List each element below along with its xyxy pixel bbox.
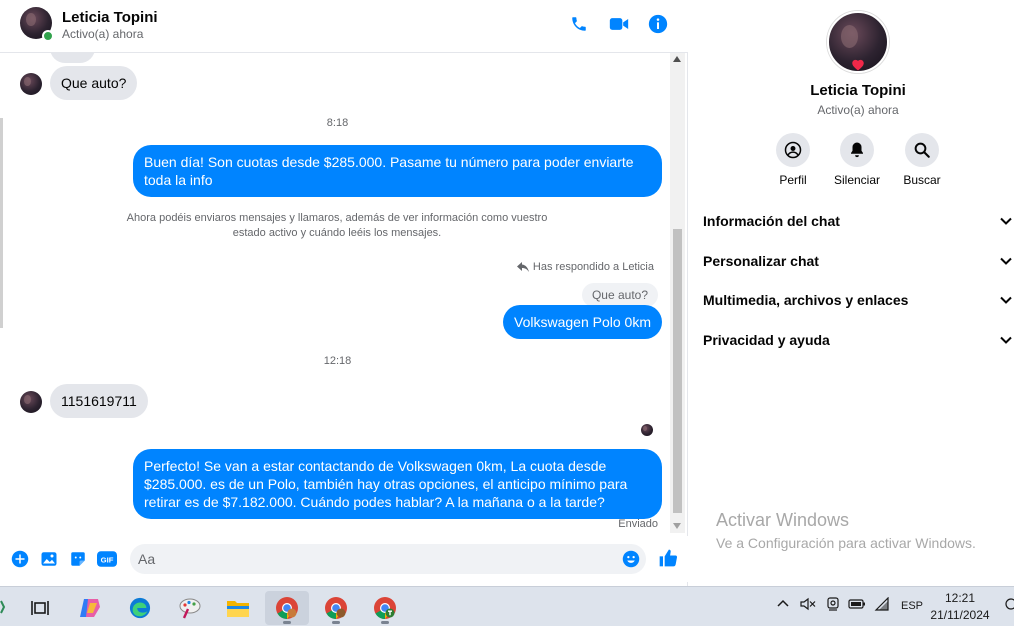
clock-date[interactable]: 21/11/2024 — [928, 608, 992, 622]
reply-indicator: Has respondido a Leticia — [516, 261, 654, 273]
active-app-indicator — [283, 621, 291, 624]
section-privacy-help[interactable]: Privacidad y ayuda — [703, 325, 1014, 355]
chat-header: Leticia Topini Activo(a) ahora — [0, 0, 688, 53]
taskbar: ESP 12:21 21/11/2024 — [0, 586, 1014, 626]
chevron-down-icon — [1000, 336, 1012, 344]
action-mute[interactable]: Silenciar — [822, 133, 892, 187]
chrome-icon[interactable] — [265, 591, 309, 625]
contact-name[interactable]: Leticia Topini — [62, 9, 158, 26]
message-list[interactable]: info Que auto? 8:18 Buen día! Son cuotas… — [5, 53, 670, 533]
system-note: Ahora podéis enviaros mensajes y llamaro… — [126, 212, 548, 239]
message-outgoing[interactable]: Buen día! Son cuotas desde $285.000. Pas… — [133, 145, 662, 197]
paint-icon[interactable] — [168, 591, 212, 625]
action-search-circle — [905, 133, 939, 167]
chevron-down-icon — [1000, 257, 1012, 265]
scroll-thumb[interactable] — [673, 229, 682, 513]
thumbs-up-icon[interactable] — [658, 548, 678, 568]
globe-icon[interactable] — [1002, 597, 1014, 614]
bell-icon — [851, 142, 863, 158]
online-indicator — [42, 30, 54, 42]
chat-info-panel: Leticia Topini Activo(a) ahora Perfil Si… — [689, 0, 1014, 586]
action-profile-circle — [776, 133, 810, 167]
message-timestamp: 12:18 — [323, 355, 352, 367]
action-mute-circle — [840, 133, 874, 167]
action-profile-label: Perfil — [779, 173, 807, 187]
emoji-icon[interactable] — [622, 550, 640, 568]
section-label: Personalizar chat — [703, 253, 819, 269]
action-search-label: Buscar — [903, 173, 941, 187]
section-label: Multimedia, archivos y enlaces — [703, 292, 909, 308]
delivery-status: Enviado — [618, 518, 658, 530]
clock-time[interactable]: 12:21 — [928, 591, 992, 605]
reply-note-text: Has respondido a Leticia — [532, 261, 654, 273]
camera-icon[interactable] — [826, 597, 840, 614]
contact-status: Activo(a) ahora — [62, 27, 144, 41]
action-mute-label: Silenciar — [833, 173, 881, 187]
section-customize-chat[interactable]: Personalizar chat — [703, 246, 1014, 276]
file-explorer-icon[interactable] — [216, 591, 260, 625]
quoted-message[interactable]: Que auto? — [581, 283, 658, 307]
widget-edge-icon[interactable] — [0, 597, 6, 617]
message-outgoing[interactable]: Perfecto! Se van a estar contactando de … — [133, 449, 662, 519]
seen-avatar — [641, 424, 653, 436]
activation-watermark-title: Activar Windows — [716, 510, 850, 530]
battery-icon[interactable] — [848, 597, 866, 614]
action-profile[interactable]: Perfil — [758, 133, 828, 187]
gif-label: GIF — [101, 555, 114, 564]
chevron-down-icon — [1000, 217, 1012, 225]
chrome-profile-icon[interactable] — [314, 591, 358, 625]
language-indicator[interactable]: ESP — [901, 600, 923, 612]
message-avatar — [20, 73, 42, 95]
search-icon — [914, 142, 930, 158]
copilot-icon[interactable] — [68, 591, 112, 625]
reply-arrow-icon — [516, 262, 529, 272]
edge-icon[interactable] — [118, 591, 162, 625]
activation-watermark-subtitle: Ve a Configuración para activar Windows. — [716, 535, 976, 551]
section-label: Información del chat — [703, 213, 840, 229]
image-icon[interactable] — [40, 550, 58, 568]
open-app-indicator — [332, 621, 340, 624]
section-chat-info[interactable]: Información del chat — [703, 206, 1014, 236]
profile-status: Activo(a) ahora — [817, 103, 899, 117]
chevron-down-icon — [1000, 296, 1012, 304]
section-media-files[interactable]: Multimedia, archivos y enlaces — [703, 285, 1014, 315]
gif-icon[interactable]: GIF — [97, 550, 117, 568]
message-incoming[interactable]: Que auto? — [50, 66, 138, 100]
scroll-up-arrow-icon[interactable] — [673, 56, 681, 62]
wifi-icon[interactable] — [874, 596, 890, 614]
open-app-indicator — [381, 621, 389, 624]
video-camera-icon[interactable] — [608, 13, 630, 35]
message-outgoing[interactable]: Volkswagen Polo 0km — [503, 305, 662, 339]
message-incoming[interactable]: 1151619711 — [50, 384, 148, 418]
message-avatar — [20, 391, 42, 413]
composer: GIF — [0, 536, 688, 582]
heart-icon — [851, 58, 865, 71]
section-label: Privacidad y ayuda — [703, 332, 830, 348]
plus-icon[interactable] — [11, 550, 29, 568]
chrome-t-icon[interactable] — [363, 591, 407, 625]
profile-name: Leticia Topini — [810, 82, 906, 99]
window-edge — [0, 118, 3, 328]
screen: Leticia Topini Activo(a) ahora info Que … — [0, 0, 1014, 626]
chat-pane: Leticia Topini Activo(a) ahora info Que … — [0, 0, 688, 586]
action-search[interactable]: Buscar — [887, 133, 957, 187]
message-incoming[interactable]: info — [50, 53, 95, 63]
volume-muted-icon[interactable] — [800, 597, 816, 614]
tray-overflow-chevron-icon[interactable] — [777, 598, 789, 611]
scroll-down-arrow-icon[interactable] — [673, 523, 681, 529]
profile-icon — [784, 141, 802, 159]
phone-icon[interactable] — [568, 13, 590, 35]
message-timestamp: 8:18 — [326, 117, 349, 129]
scrollbar[interactable] — [670, 53, 685, 533]
info-icon[interactable] — [647, 13, 669, 35]
sticker-icon[interactable] — [69, 550, 87, 568]
task-view-icon[interactable] — [18, 591, 62, 625]
message-input[interactable] — [130, 544, 646, 574]
